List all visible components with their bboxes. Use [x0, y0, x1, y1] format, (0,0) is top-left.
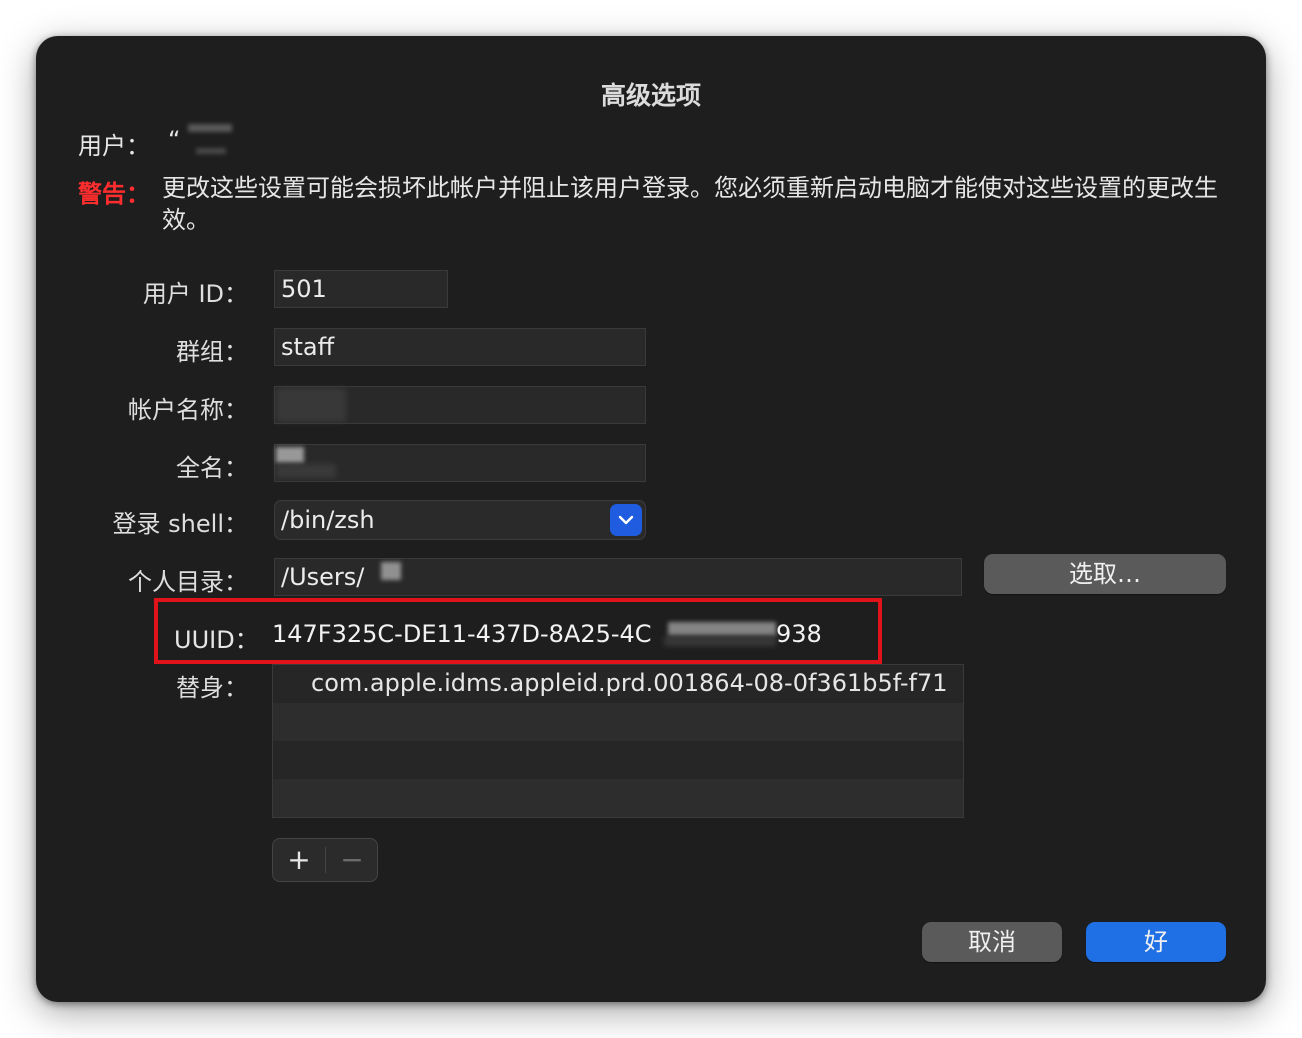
account-name-label: 帐户名称： — [128, 396, 248, 424]
home-dir-label: 个人目录： — [128, 568, 248, 596]
redacted-full-name-2 — [276, 464, 336, 478]
redacted-username — [188, 124, 232, 132]
warning-text: 更改这些设置可能会损坏此帐户并阻止该用户登录。您必须重新启动电脑才能使对这些设置… — [162, 174, 1218, 234]
redacted-account-name — [276, 388, 346, 422]
login-shell-value: /bin/zsh — [281, 506, 375, 534]
aliases-list[interactable]: com.apple.idms.appleid.prd.001864-08-0f3… — [272, 664, 964, 818]
add-button[interactable]: + — [273, 839, 325, 881]
ok-button[interactable]: 好 — [1086, 922, 1226, 962]
list-item-empty — [273, 703, 963, 741]
login-shell-label: 登录 shell： — [112, 510, 248, 538]
full-name-label: 全名： — [176, 454, 248, 482]
uuid-value-end: 938 — [776, 620, 822, 648]
user-value: “ — [168, 126, 181, 154]
redacted-full-name — [276, 447, 304, 463]
redacted-uuid-2 — [664, 636, 776, 646]
redacted-uuid — [668, 622, 776, 636]
chevron-down-icon[interactable] — [610, 504, 642, 536]
list-control-group: + − — [272, 838, 378, 882]
cancel-button[interactable]: 取消 — [922, 922, 1062, 962]
user-id-field[interactable]: 501 — [274, 270, 448, 308]
redacted-username-2 — [196, 148, 226, 154]
login-shell-select[interactable]: /bin/zsh — [274, 500, 646, 540]
user-id-label: 用户 ID： — [142, 280, 248, 308]
group-label: 群组： — [176, 338, 248, 366]
redacted-home-dir — [381, 562, 401, 580]
uuid-label: UUID： — [174, 626, 259, 654]
user-label: 用户： — [78, 132, 150, 160]
list-item-empty — [273, 779, 963, 817]
remove-button[interactable]: − — [326, 839, 378, 881]
list-item-empty — [273, 741, 963, 779]
group-field[interactable]: staff — [274, 328, 646, 366]
uuid-value-start: 147F325C-DE11-437D-8A25-4C — [272, 620, 652, 648]
warning-label: 警告： — [78, 180, 150, 208]
home-dir-field[interactable]: /Users/ — [274, 558, 962, 596]
choose-button[interactable]: 选取… — [984, 554, 1226, 594]
aliases-label: 替身： — [176, 674, 248, 702]
alias-item-0: com.apple.idms.appleid.prd.001864-08-0f3… — [311, 669, 948, 697]
dialog-title: 高级选项 — [600, 81, 701, 110]
list-item[interactable]: com.apple.idms.appleid.prd.001864-08-0f3… — [273, 665, 963, 703]
advanced-options-dialog: 高级选项 用户： “ 警告： 更改这些设置可能会损坏此帐户并阻止该用户登录。您必… — [36, 36, 1266, 1002]
